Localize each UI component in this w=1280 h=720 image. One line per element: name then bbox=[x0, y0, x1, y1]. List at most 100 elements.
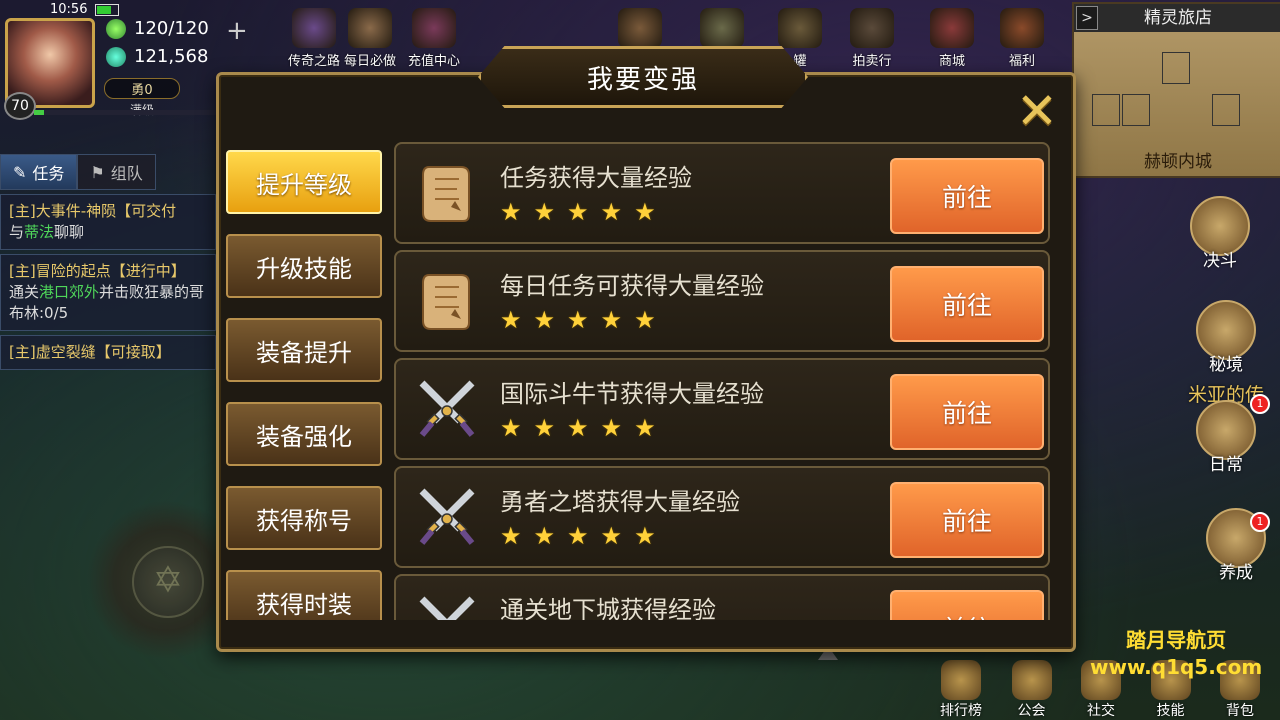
quest-title: [主]大事件-神陨【可交付 bbox=[9, 202, 177, 220]
quest-desc-highlight[interactable]: 港口郊外 bbox=[39, 283, 99, 301]
task-name: 国际斗牛节获得大量经验 bbox=[500, 380, 764, 408]
trophy-icon bbox=[941, 660, 981, 700]
quest-desc-prefix: 通关 bbox=[9, 283, 40, 301]
quest-desc-suffix: 聊聊 bbox=[54, 223, 85, 241]
minimap-toggle-button[interactable]: > bbox=[1076, 6, 1098, 30]
quest-tabs: ✎ 任务 ⚑ 组队 bbox=[0, 154, 216, 190]
quest-item[interactable]: [主]大事件-神陨【可交付 与蒂法聊聊 bbox=[0, 194, 216, 250]
secret-realm-button[interactable]: 秘境 bbox=[1196, 300, 1256, 375]
add-resource-button[interactable]: + bbox=[226, 16, 248, 46]
dialog-title: 我要变强 bbox=[586, 64, 699, 95]
goto-button[interactable]: 前往 bbox=[890, 590, 1044, 620]
star-icon: ★ bbox=[634, 414, 656, 442]
tab-team[interactable]: ⚑ 组队 bbox=[77, 154, 156, 190]
duel-button[interactable]: 决斗 bbox=[1190, 196, 1250, 271]
top-menu-label: 商城 bbox=[938, 54, 965, 69]
task-rating: ★ ★ ★ ★ ★ bbox=[500, 308, 656, 332]
star-icon: ★ bbox=[600, 414, 623, 442]
top-menu-item[interactable]: 拍卖行 bbox=[850, 8, 894, 69]
gold-row: 121,568 bbox=[106, 46, 208, 67]
daily-button[interactable]: 日常 bbox=[1196, 400, 1256, 475]
goto-button[interactable]: 前往 bbox=[890, 158, 1044, 234]
gift-icon bbox=[1000, 8, 1044, 48]
star-icon: ★ bbox=[500, 198, 522, 226]
quest-desc-highlight[interactable]: 蒂法 bbox=[24, 223, 54, 241]
bottom-menu-label: 社交 bbox=[1087, 703, 1115, 719]
star-icon: ★ bbox=[634, 522, 656, 550]
tab-team-label: 组队 bbox=[110, 164, 143, 183]
npc-marker[interactable] bbox=[1122, 94, 1150, 126]
bottom-menu-item[interactable]: 排行榜 bbox=[940, 640, 982, 720]
gem-icon bbox=[106, 46, 126, 67]
bottom-menu-label: 技能 bbox=[1156, 703, 1185, 719]
quest-scroll-icon: ✎ bbox=[13, 162, 27, 182]
crossed-swords-icon bbox=[416, 592, 478, 620]
close-button[interactable]: ✕ bbox=[1014, 82, 1060, 140]
category-list: 提升等级升级技能装备提升装备强化获得称号获得时装 bbox=[226, 150, 382, 620]
duel-label: 决斗 bbox=[1203, 251, 1237, 271]
bottom-menu-label: 背包 bbox=[1226, 703, 1254, 719]
tab-quest[interactable]: ✎ 任务 bbox=[0, 154, 78, 190]
crystal-icon bbox=[412, 8, 456, 48]
tab-quest-label: 任务 bbox=[32, 164, 65, 183]
star-icon: ★ bbox=[600, 522, 623, 550]
top-menu-item[interactable]: 商城 bbox=[930, 8, 974, 69]
crossed-swords-icon bbox=[416, 484, 478, 550]
quest-desc: 通关港口郊外并击败狂暴的哥布林:0/5 bbox=[9, 282, 207, 324]
npc-marker[interactable] bbox=[1162, 52, 1190, 84]
minimap-title: 精灵旅店 bbox=[1074, 4, 1280, 32]
star-icon: ★ bbox=[567, 522, 589, 550]
top-menu-item[interactable]: 福利 bbox=[1000, 8, 1044, 69]
goto-button[interactable]: 前往 bbox=[890, 482, 1044, 558]
close-icon: ✕ bbox=[1016, 82, 1058, 140]
top-menu-item[interactable]: 充值中心 bbox=[408, 8, 460, 69]
watermark-line1: 踏月导航页 bbox=[1126, 628, 1227, 652]
task-row: 每日任务可获得大量经验 ★ ★ ★ ★ ★ 前往 bbox=[394, 250, 1050, 352]
goto-button[interactable]: 前往 bbox=[890, 266, 1044, 342]
task-row: 勇者之塔获得大量经验 ★ ★ ★ ★ ★ 前往 bbox=[394, 466, 1050, 568]
quest-item[interactable]: [主]冒险的起点【进行中】 通关港口郊外并击败狂暴的哥布林:0/5 bbox=[0, 254, 216, 331]
category-button[interactable]: 提升等级 bbox=[226, 150, 382, 214]
energy-value: 120/120 bbox=[134, 18, 209, 39]
minimap[interactable]: 精灵旅店 > 赫顿内城 bbox=[1072, 2, 1280, 178]
quest-scroll-icon bbox=[416, 160, 478, 226]
star-icon: ★ bbox=[634, 306, 656, 334]
category-button[interactable]: 获得称号 bbox=[226, 486, 382, 550]
star-icon: ★ bbox=[533, 522, 556, 550]
task-name: 每日任务可获得大量经验 bbox=[500, 272, 764, 300]
top-menu-item[interactable]: 每日必做 bbox=[344, 8, 396, 69]
top-menu-item[interactable] bbox=[618, 8, 662, 50]
top-menu-label: 拍卖行 bbox=[852, 54, 892, 69]
map-icon bbox=[618, 8, 662, 48]
clock: 10:56 bbox=[50, 2, 88, 17]
category-button[interactable]: 升级技能 bbox=[226, 234, 382, 298]
battery-icon bbox=[95, 3, 120, 16]
joystick-knob-icon[interactable]: ✡ bbox=[132, 546, 204, 618]
task-row: 国际斗牛节获得大量经验 ★ ★ ★ ★ ★ 前往 bbox=[394, 358, 1050, 460]
category-button[interactable]: 装备强化 bbox=[226, 402, 382, 466]
player-level-badge: 70 bbox=[4, 92, 36, 120]
goto-button[interactable]: 前往 bbox=[890, 374, 1044, 450]
category-button[interactable]: 获得时装 bbox=[226, 570, 382, 620]
guild-icon bbox=[1011, 660, 1052, 700]
task-row: 通关地下城获得经验★★★★★前往 bbox=[394, 574, 1050, 620]
npc-marker[interactable] bbox=[1092, 94, 1120, 126]
category-button[interactable]: 装备提升 bbox=[226, 318, 382, 382]
dialog-title-plate: 我要变强 bbox=[478, 46, 808, 108]
task-rating: ★ ★ ★ ★ ★ bbox=[500, 416, 656, 440]
npc-marker[interactable] bbox=[1212, 94, 1240, 126]
scroll-icon bbox=[348, 8, 392, 48]
crossed-swords-icon bbox=[416, 376, 478, 442]
cultivate-badge: 1 bbox=[1250, 512, 1270, 532]
top-menu-item[interactable] bbox=[700, 8, 744, 50]
daily-badge: 1 bbox=[1250, 394, 1270, 414]
bottom-menu-label: 公会 bbox=[1017, 703, 1046, 719]
top-menu-label: 福利 bbox=[1008, 54, 1035, 69]
top-menu-item[interactable]: 传奇之路 bbox=[288, 8, 340, 69]
flag-icon: ⚑ bbox=[90, 162, 105, 182]
road-icon bbox=[292, 8, 336, 48]
bottom-menu-item[interactable]: 公会 bbox=[1011, 640, 1052, 720]
quest-item[interactable]: [主]虚空裂缝【可接取】 bbox=[0, 335, 216, 370]
star-icon: ★ bbox=[600, 198, 623, 226]
watermark-line2: www.q1q5.com bbox=[1090, 655, 1263, 679]
